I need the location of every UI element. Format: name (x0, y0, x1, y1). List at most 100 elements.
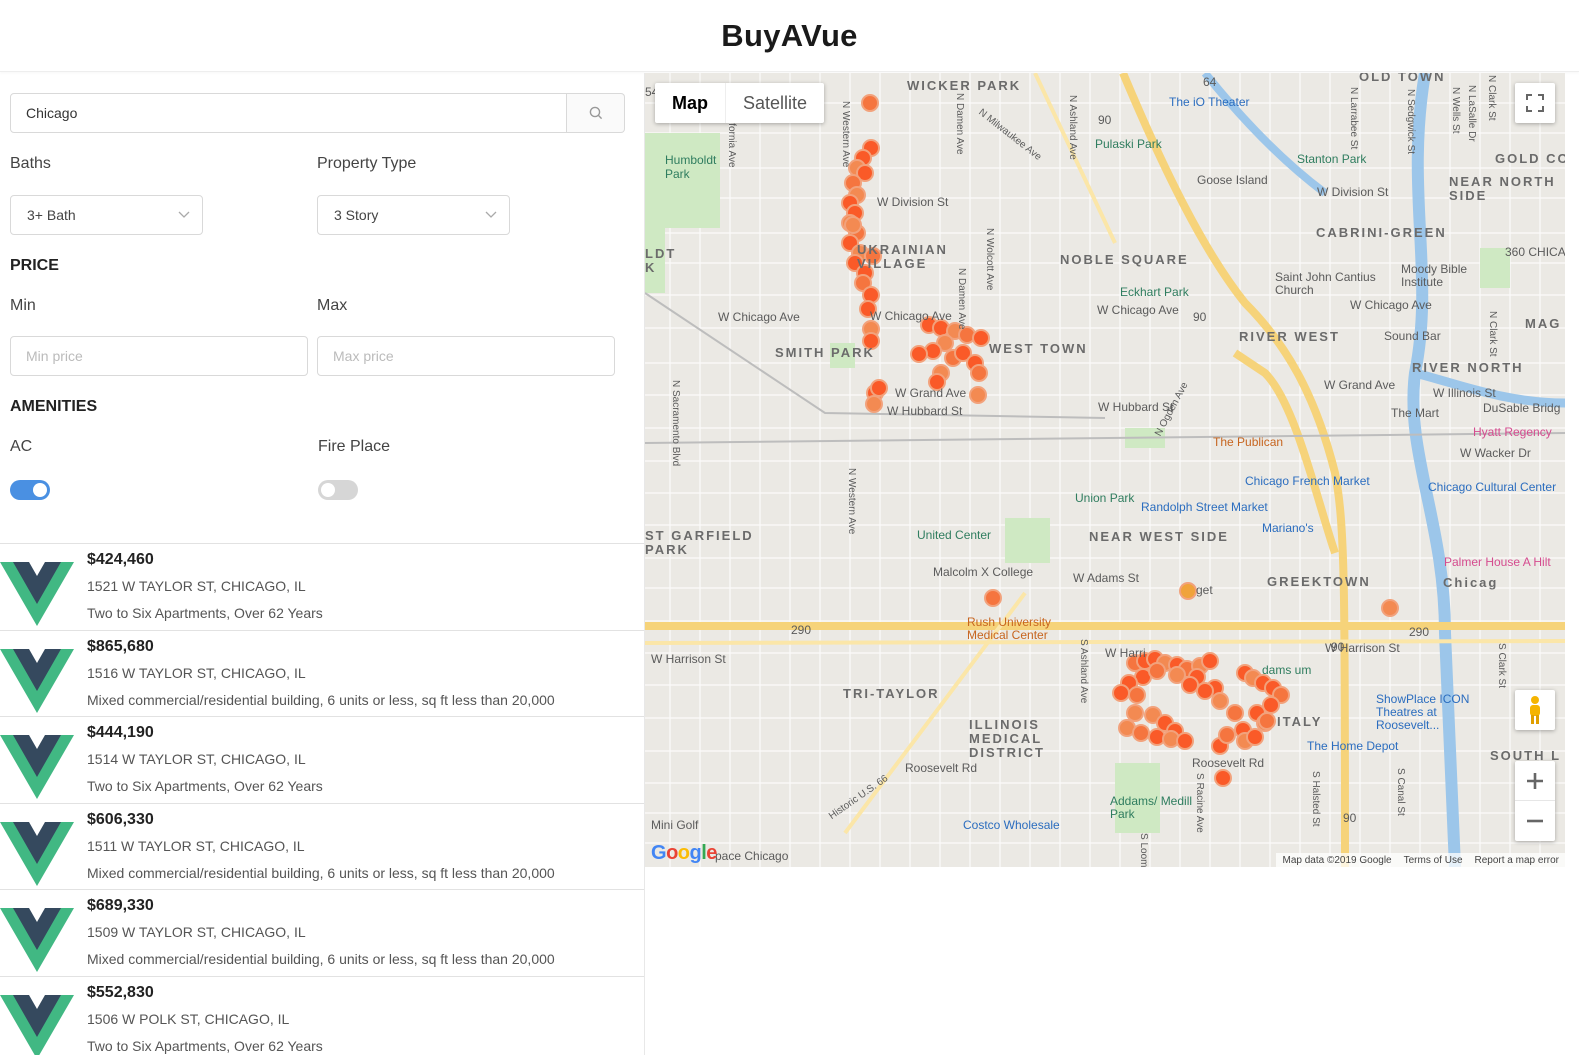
listing-marker[interactable] (1201, 652, 1219, 670)
map[interactable]: WICKER PARK OLD TOWN Humboldt Park Pulaski … (645, 73, 1565, 867)
map-label-w-hubbard-1: W Hubbard St (887, 404, 963, 418)
ac-toggle[interactable] (10, 480, 50, 500)
listing-marker[interactable] (1246, 728, 1264, 746)
listing-marker[interactable] (1148, 662, 1166, 680)
map-attribution: Map data ©2019 Google Terms of Use Repor… (1276, 853, 1565, 867)
listing-info: $865,680 1516 W TAYLOR ST, CHICAGO, IL Mix… (74, 631, 555, 717)
map-label-w-chicago-1: W Chicago Ave (718, 310, 800, 324)
property-type-label: Property Type (317, 155, 417, 172)
listing-description: Two to Six Apartments, Over 62 Years (87, 605, 323, 621)
zoom-control (1515, 761, 1555, 841)
listing-marker[interactable] (972, 329, 990, 347)
listing-marker[interactable] (1176, 732, 1194, 750)
report-error-link[interactable]: Report a map error (1475, 855, 1559, 866)
listing-item[interactable]: $444,190 1514 W TAYLOR ST, CHICAGO, IL Two… (0, 716, 644, 803)
listing-marker[interactable] (1214, 769, 1232, 787)
sidebar: Baths 3+ Bath Property Type 3 Story PRIC… (0, 73, 645, 1055)
baths-label: Baths (10, 155, 51, 172)
listing-marker[interactable] (1112, 684, 1130, 702)
listing-marker[interactable] (1211, 692, 1229, 710)
listing-marker[interactable] (1381, 599, 1399, 617)
listing-marker[interactable] (865, 395, 883, 413)
map-label-humboldt-park: Humboldt Park (665, 153, 717, 181)
listing-marker[interactable] (910, 345, 928, 363)
map-label-w-division-2: W Division St (1317, 185, 1389, 199)
filters-panel: Baths 3+ Bath Property Type 3 Story PRIC… (0, 73, 644, 500)
baths-select[interactable]: 3+ Bath (10, 195, 203, 235)
map-type-satellite-button[interactable]: Satellite (725, 83, 824, 123)
map-label-smith-park: SMITH PARK (775, 345, 875, 360)
listing-info: $606,330 1511 W TAYLOR ST, CHICAGO, IL Mix… (74, 804, 555, 890)
listing-marker[interactable] (861, 94, 879, 112)
listing-marker[interactable] (970, 364, 988, 382)
map-canvas[interactable] (645, 73, 1565, 867)
search-button[interactable] (567, 93, 625, 133)
map-label-river-west: RIVER WEST (1239, 329, 1340, 344)
map-label-ukr-village: UKRAINIAN VILLAGE (857, 242, 948, 271)
map-label-roosevelt-1: Roosevelt Rd (905, 761, 978, 775)
listing-marker[interactable] (1218, 726, 1236, 744)
map-label-mini-golf: Mini Golf (651, 818, 699, 832)
min-price-label: Min (10, 297, 36, 314)
map-label-stanton-park: Stanton Park (1297, 152, 1367, 166)
vue-logo-icon (0, 908, 74, 972)
listing-item[interactable]: $552,830 1506 W POLK ST, CHICAGO, IL Two t… (0, 975, 644, 1055)
listing-marker[interactable] (1132, 724, 1150, 742)
map-street-ashland-n: N Ashland Ave (1067, 95, 1078, 160)
listing-item[interactable]: $689,330 1509 W TAYLOR ST, CHICAGO, IL Mix… (0, 889, 644, 976)
property-type-select[interactable]: 3 Story (317, 195, 510, 235)
listing-info: $444,190 1514 W TAYLOR ST, CHICAGO, IL Two… (74, 717, 323, 803)
listing-description: Mixed commercial/residential building, 6… (87, 951, 555, 967)
map-label-noble-square: NOBLE SQUARE (1060, 252, 1189, 267)
map-street-clark-n: N Clark St (1486, 75, 1497, 121)
fireplace-toggle[interactable] (318, 480, 358, 500)
listing-item[interactable]: $606,330 1511 W TAYLOR ST, CHICAGO, IL Mix… (0, 802, 644, 890)
listing-address: 1506 W POLK ST, CHICAGO, IL (87, 1010, 290, 1027)
zoom-in-button[interactable] (1515, 761, 1555, 801)
map-label-palmer: Palmer House A Hilt (1444, 555, 1551, 569)
map-label-hwy-90-2: 90 (1193, 310, 1207, 324)
property-type-value: 3 Story (334, 207, 379, 223)
fullscreen-icon (1526, 94, 1544, 112)
baths-value: 3+ Bath (27, 207, 76, 223)
listing-item[interactable]: $424,460 1521 W TAYLOR ST, CHICAGO, IL Two… (0, 543, 644, 630)
map-label-malcolm: Malcolm X College (933, 565, 1034, 579)
ac-label: AC (10, 438, 33, 455)
map-label-w-adams: W Adams St (1073, 571, 1140, 585)
listing-marker[interactable] (1126, 704, 1144, 722)
map-label-little-italy: ITALY (1277, 714, 1323, 729)
listing-marker[interactable] (969, 386, 987, 404)
map-label-w-harrison-3: W Harri (1105, 646, 1146, 660)
fullscreen-button[interactable] (1515, 83, 1555, 123)
map-label-chicago-french: Chicago French Market (1245, 474, 1370, 488)
map-data-credit: Map data ©2019 Google (1282, 854, 1392, 866)
listing-marker[interactable] (1128, 686, 1146, 704)
listing-marker[interactable] (1179, 582, 1197, 600)
zoom-out-button[interactable] (1515, 801, 1555, 841)
listing-price: $689,330 (87, 897, 154, 914)
map-label-chicago-360: 360 CHICA (1505, 245, 1565, 259)
search-input[interactable] (10, 93, 567, 133)
max-price-input[interactable] (317, 336, 615, 376)
map-street-wells: N Wells St (1450, 87, 1461, 134)
listing-marker[interactable] (1258, 712, 1276, 730)
listing-marker[interactable] (1226, 704, 1244, 722)
listing-marker[interactable] (844, 216, 862, 234)
listing-item[interactable]: $865,680 1516 W TAYLOR ST, CHICAGO, IL Mix… (0, 629, 644, 717)
street-view-pegman[interactable] (1515, 690, 1555, 730)
map-label-hwy-64: 64 (1203, 75, 1217, 89)
map-label-west-town: WEST TOWN (989, 341, 1088, 356)
map-label-costco: Costco Wholesale (963, 818, 1060, 832)
map-street-clark: S Clark St (1496, 643, 1507, 689)
min-price-input[interactable] (10, 336, 308, 376)
map-street-lasalle: N LaSalle Dr (1466, 85, 1477, 142)
listing-info: $689,330 1509 W TAYLOR ST, CHICAGO, IL Mix… (74, 890, 555, 976)
listing-marker[interactable] (984, 589, 1002, 607)
map-label-united-center: United Center (917, 528, 992, 542)
toggle-knob (321, 483, 335, 497)
vue-logo-icon (0, 821, 74, 886)
map-type-map-button[interactable]: Map (655, 83, 725, 123)
plus-icon (1527, 772, 1543, 789)
map-label-marianos: Mariano's (1262, 521, 1314, 535)
terms-link[interactable]: Terms of Use (1404, 855, 1463, 866)
